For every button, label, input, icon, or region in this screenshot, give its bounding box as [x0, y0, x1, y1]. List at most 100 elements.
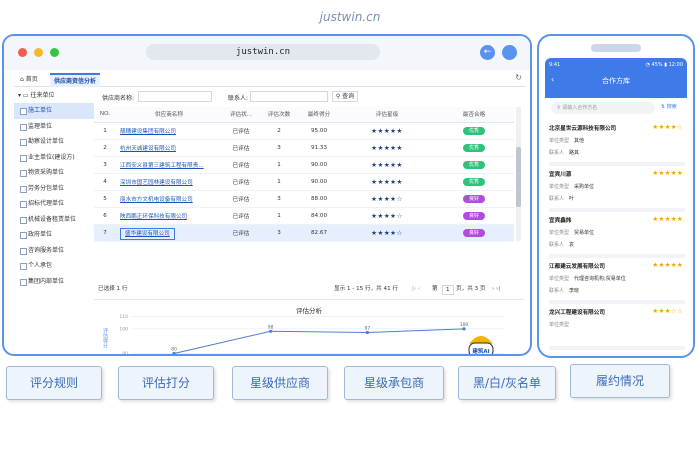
page-summary: 显示 1 - 15 行，共 41 行 — [334, 286, 399, 292]
tree-item[interactable]: 劳务分包单位 — [14, 181, 94, 197]
maximize-dot[interactable] — [50, 48, 59, 57]
supplier-name-link[interactable]: 江西安义县第三建筑工程有限责... — [116, 156, 222, 174]
pagination: 已选择 1 行 显示 1 - 15 行，共 41 行 |‹ ‹ 第 1 页，共 … — [94, 282, 524, 296]
partner-list: 北京星世云源科技有限公司 ★★★★☆ 单位类型 其他 联系人 路其 宜宾川源 ★★★★★ 单位类… — [549, 120, 685, 350]
filter-button[interactable]: ⇅ 搜索 — [661, 103, 677, 110]
partner-card[interactable]: 北京星世云源科技有限公司 ★★★★☆ 单位类型 其他 联系人 路其 — [549, 120, 685, 166]
row-no: 2 — [94, 139, 116, 157]
partner-card[interactable]: 江都建云发展有限公司 ★★★★★ 单位类型 代理咨询机构;贸易单位 联系人 李晓 — [549, 258, 685, 304]
tree-item[interactable]: 政府单位 — [14, 227, 94, 243]
feature-button[interactable]: 评分规则 — [6, 366, 102, 400]
table-row[interactable]: 2 杭州天诚建设有限公司 已评估 3 91.33 ★★★★★ 优秀 — [94, 139, 514, 157]
star-rating: ★★★★☆ — [340, 190, 434, 208]
partner-stars: ★★★★★ — [652, 215, 683, 223]
search-bar: 供应商名称: 联系人: ⚲ 查询 — [94, 89, 524, 105]
table-row[interactable]: 4 深圳市国艺园林建设有限公司 已评估 1 90.00 ★★★★★ 优秀 — [94, 173, 514, 191]
tree-item[interactable]: 机械设备租赁单位 — [14, 212, 94, 228]
desktop-window: justwin.cn ← ⌂ 首页 供应商资信分析 ↻ ▾ ▭ 往来单位 施工单… — [2, 34, 532, 356]
star-rating: ★★★★☆ — [340, 224, 434, 242]
col-header[interactable]: NO. — [94, 107, 116, 123]
tree-item[interactable]: 业主单位(建设方) — [14, 150, 94, 166]
assistant-robot-icon[interactable]: 建筑AI — [464, 328, 498, 356]
query-button-label: 查询 — [342, 93, 355, 100]
partner-card[interactable]: 宜宾鑫炜 ★★★★★ 单位类型 贸易单位 联系人袁 — [549, 212, 685, 258]
tree-root[interactable]: ▾ ▭ 往来单位 — [14, 89, 94, 103]
final-score: 91.33 — [298, 139, 340, 157]
col-header[interactable]: 最终得分 — [298, 107, 340, 123]
phone-title: 合作方库 — [602, 77, 630, 85]
table-row[interactable]: 3 江西安义县第三建筑工程有限责... 已评估 1 90.00 ★★★★★ 优秀 — [94, 156, 514, 174]
table-row[interactable]: 1 靓穗建设集团有限公司 已评估 2 95.00 ★★★★★ 优秀 — [94, 122, 514, 140]
partner-type-label: 单位类型 — [549, 322, 570, 328]
eval-count: 1 — [260, 156, 298, 174]
supplier-name-link[interactable]: 盛华建设有限公司 — [116, 224, 222, 242]
supplier-name-input[interactable] — [138, 91, 212, 102]
partner-type-row: 单位类型 采购单位 — [549, 183, 685, 190]
eval-status: 已评估 — [222, 173, 260, 191]
refresh-icon[interactable]: ↻ — [515, 73, 522, 82]
tab-supplier-analysis[interactable]: 供应商资信分析 — [50, 73, 101, 87]
table-row[interactable]: 6 陕西鹏正环保科技有限公司 已评估 1 84.00 ★★★★☆ 良好 — [94, 207, 514, 225]
table-row[interactable]: 5 丽水市方文机电设备有限公司 已评估 3 88.00 ★★★★☆ 良好 — [94, 190, 514, 208]
eval-count: 1 — [260, 173, 298, 191]
partner-type-row: 单位类型 代理咨询机构;贸易单位 — [549, 275, 685, 282]
contact-label: 联系人: — [228, 95, 249, 102]
result-cell: 优秀 — [434, 122, 514, 140]
supplier-name-link[interactable]: 杭州天诚建设有限公司 — [116, 139, 222, 157]
tree-item[interactable]: 施工单位 — [14, 103, 94, 119]
y-tick-label: 110 — [119, 314, 128, 320]
supplier-name-link[interactable]: 深圳市国艺园林建设有限公司 — [116, 173, 222, 191]
tab-home[interactable]: ⌂ 首页 — [16, 73, 42, 87]
feature-button[interactable]: 星级供应商 — [232, 366, 328, 400]
supplier-table: NO. 供应商名称 评估状... 评估次数 最终得分 评估星级 最否合格 1 靓穗… — [94, 107, 514, 242]
feature-button[interactable]: 星级承包商 — [344, 366, 444, 400]
tree-item[interactable]: 个人承包 — [14, 258, 94, 274]
result-badge: 优秀 — [463, 126, 485, 135]
col-header[interactable]: 供应商名称 — [116, 107, 222, 123]
next-page-icon[interactable]: › ›| — [492, 282, 500, 296]
partner-search-input[interactable]: ⚲ 请输入合作方名 — [551, 102, 655, 114]
partner-card[interactable]: 龙兴工程建设有限公司 ★★★☆☆ 单位类型 — [549, 304, 685, 350]
query-button[interactable]: ⚲ 查询 — [332, 91, 358, 102]
supplier-name-label: 供应商名称: — [102, 95, 135, 102]
search-placeholder: 请输入合作方名 — [562, 105, 598, 111]
col-header[interactable]: 评估状... — [222, 107, 260, 123]
prev-page-icon[interactable]: |‹ ‹ — [412, 282, 420, 296]
supplier-name: 杭州天诚建设有限公司 — [120, 145, 176, 152]
partner-type-row: 单位类型 贸易单位 — [549, 229, 685, 236]
close-dot[interactable] — [18, 48, 27, 57]
tree-item[interactable]: 咨询服务单位 — [14, 243, 94, 259]
tree-item[interactable]: 监理单位 — [14, 119, 94, 135]
page-number-input[interactable]: 1 — [442, 285, 454, 295]
table-row[interactable]: 7 盛华建设有限公司 已评估 3 82.67 ★★★★☆ 良好 — [94, 224, 514, 242]
tree-item[interactable]: 物资采购单位 — [14, 165, 94, 181]
back-arrow-icon[interactable]: ← — [480, 45, 495, 60]
menu-circle-icon[interactable] — [502, 45, 517, 60]
y-tick-label: 80 — [122, 351, 128, 356]
result-cell: 优秀 — [434, 139, 514, 157]
col-header[interactable]: 评估星级 — [340, 107, 434, 123]
minimize-dot[interactable] — [34, 48, 43, 57]
address-bar[interactable]: justwin.cn — [146, 44, 380, 60]
col-header[interactable]: 最否合格 — [434, 107, 514, 123]
tree-item[interactable]: 集团内部单位 — [14, 274, 94, 290]
partner-type-label: 单位类型 — [549, 138, 570, 144]
feature-button[interactable]: 黑/白/灰名单 — [458, 366, 556, 400]
table-scrollbar[interactable] — [516, 107, 521, 241]
col-header[interactable]: 评估次数 — [260, 107, 298, 123]
tab-bar: ⌂ 首页 供应商资信分析 ↻ — [14, 70, 526, 87]
supplier-name-link[interactable]: 靓穗建设集团有限公司 — [116, 122, 222, 140]
partner-card[interactable]: 宜宾川源 ★★★★★ 单位类型 采购单位 联系人叶 — [549, 166, 685, 212]
tree-item[interactable]: 勘察设计单位 — [14, 134, 94, 150]
supplier-name-link[interactable]: 丽水市方文机电设备有限公司 — [116, 190, 222, 208]
feature-button[interactable]: 履约情况 — [570, 364, 670, 398]
scrollbar-thumb[interactable] — [516, 147, 521, 207]
contact-input[interactable] — [250, 91, 328, 102]
partner-contact-value: 李晓 — [569, 288, 580, 294]
tree-item[interactable]: 招标代理单位 — [14, 196, 94, 212]
partner-type-value: 贸易单位 — [574, 230, 595, 236]
partner-contact-value: 叶 — [569, 196, 575, 202]
feature-button[interactable]: 评估打分 — [118, 366, 214, 400]
supplier-name-link[interactable]: 陕西鹏正环保科技有限公司 — [116, 207, 222, 225]
selected-count: 已选择 1 行 — [98, 286, 128, 292]
